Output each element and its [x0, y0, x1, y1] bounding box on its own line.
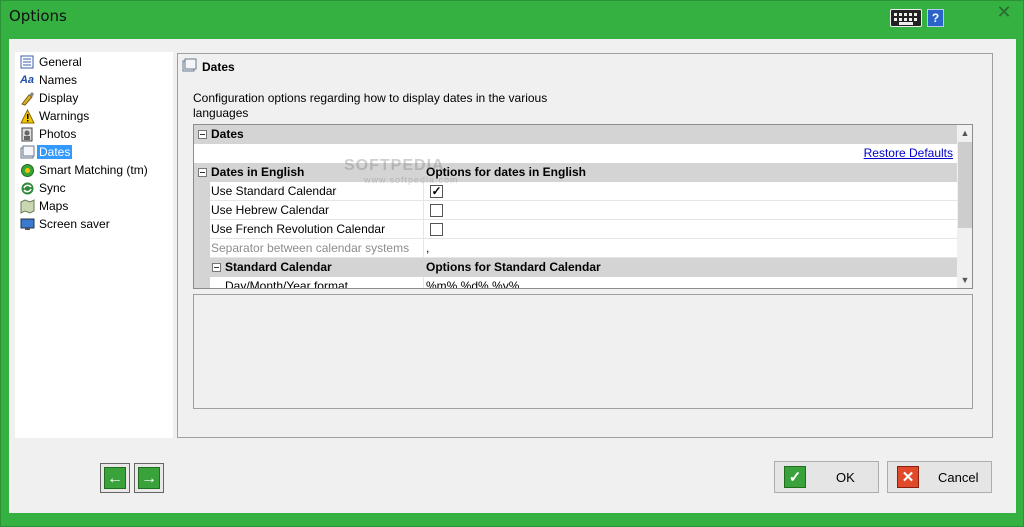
french-revolution-calendar-checkbox[interactable] — [430, 223, 443, 236]
panel-description: Configuration options regarding how to d… — [193, 91, 548, 120]
checkmark-icon: ✓ — [784, 466, 806, 488]
scroll-thumb[interactable] — [958, 142, 972, 228]
property-row-use-french-revolution-calendar: Use French Revolution Calendar — [194, 220, 957, 239]
restore-defaults-link[interactable]: Restore Defaults — [864, 146, 953, 160]
scroll-down-icon[interactable]: ▼ — [957, 272, 972, 288]
back-button[interactable]: ← — [100, 463, 130, 493]
options-window: Options ? ✕ General Aa Names Display War… — [0, 0, 1024, 527]
panel-title: Dates — [202, 60, 235, 74]
property-row-separator: Separator between calendar systems , — [194, 239, 957, 258]
sidebar-item-maps[interactable]: Maps — [19, 198, 169, 215]
watermark: SOFTPEDIA www.softpedia.com — [344, 157, 459, 185]
display-icon — [19, 91, 35, 106]
sync-icon — [19, 181, 35, 196]
sidebar-item-display[interactable]: Display — [19, 90, 169, 107]
sidebar-item-warnings[interactable]: Warnings — [19, 108, 169, 125]
cancel-label: Cancel — [938, 470, 979, 485]
standard-calendar-checkbox[interactable]: ✓ — [430, 185, 443, 198]
sidebar-item-sync[interactable]: Sync — [19, 180, 169, 197]
property-row-day-month-year-format: Day/Month/Year format %m% %d% %y% — [194, 277, 957, 289]
cancel-x-icon: ✕ — [897, 466, 919, 488]
dates-panel: Dates Configuration options regarding ho… — [177, 53, 993, 438]
smart-matching-icon — [19, 163, 35, 178]
restore-defaults-row: Restore Defaults — [194, 144, 957, 163]
title-bar: Options ? ✕ — [1, 1, 1023, 31]
sidebar-item-label: Maps — [39, 199, 69, 213]
sidebar-item-label: General — [39, 55, 82, 69]
arrow-left-icon: ← — [104, 467, 126, 489]
sidebar-item-label: Smart Matching (tm) — [39, 163, 148, 177]
grid-scrollbar[interactable]: ▲ ▼ — [957, 125, 972, 288]
section-row-standard-calendar[interactable]: Standard Calendar Options for Standard C… — [194, 258, 957, 277]
category-label: Dates — [211, 127, 244, 141]
section-value: Options for Standard Calendar — [426, 260, 601, 274]
sidebar-item-general[interactable]: General — [19, 54, 169, 71]
property-name: Day/Month/Year format — [225, 279, 348, 289]
ok-button[interactable]: ✓ OK — [774, 461, 879, 493]
sidebar-item-label: Dates — [37, 145, 73, 159]
names-icon: Aa — [19, 74, 35, 86]
property-value: , — [426, 241, 430, 255]
sidebar-item-label: Warnings — [39, 109, 90, 123]
close-button[interactable]: ✕ — [987, 2, 1021, 22]
sidebar-item-screen-saver[interactable]: Screen saver — [19, 216, 169, 233]
scroll-up-icon[interactable]: ▲ — [957, 125, 972, 141]
category-row-dates[interactable]: Dates — [194, 125, 957, 144]
sidebar-item-label: Sync — [39, 181, 66, 195]
help-button[interactable]: ? — [927, 9, 944, 27]
calendar-icon — [182, 58, 197, 72]
collapse-icon[interactable] — [198, 168, 207, 177]
property-value: %m% %d% %y% — [426, 279, 520, 289]
calendar-icon — [19, 145, 35, 160]
forward-button[interactable]: → — [134, 463, 164, 493]
general-icon — [19, 55, 35, 70]
cancel-button[interactable]: ✕ Cancel — [887, 461, 992, 493]
photos-icon — [19, 127, 35, 142]
property-description-box — [193, 294, 973, 409]
collapse-icon[interactable] — [212, 263, 221, 272]
property-grid: Dates Restore Defaults Dates in English … — [193, 124, 973, 289]
maps-icon — [19, 199, 35, 214]
property-name: Separator between calendar systems — [211, 241, 410, 255]
hebrew-calendar-checkbox[interactable] — [430, 204, 443, 217]
warning-icon — [19, 108, 35, 124]
property-row-use-standard-calendar: Use Standard Calendar ✓ — [194, 182, 957, 201]
property-name: Use Hebrew Calendar — [211, 203, 330, 217]
options-sidebar: General Aa Names Display Warnings Photos… — [15, 52, 173, 438]
arrow-right-icon: → — [138, 467, 160, 489]
sidebar-item-label: Display — [39, 91, 79, 105]
property-row-use-hebrew-calendar: Use Hebrew Calendar — [194, 201, 957, 220]
section-label: Dates in English — [211, 165, 305, 179]
sidebar-item-label: Names — [39, 73, 78, 87]
window-title: Options — [9, 7, 67, 25]
ok-label: OK — [836, 470, 855, 485]
sidebar-item-label: Photos — [39, 127, 77, 141]
sidebar-item-photos[interactable]: Photos — [19, 126, 169, 143]
sidebar-item-label: Screen saver — [39, 217, 110, 231]
keyboard-icon[interactable] — [890, 9, 922, 27]
collapse-icon[interactable] — [198, 130, 207, 139]
sidebar-item-smart-matching[interactable]: Smart Matching (tm) — [19, 162, 169, 179]
section-label: Standard Calendar — [225, 260, 332, 274]
sidebar-item-dates[interactable]: Dates — [19, 144, 169, 161]
section-row-dates-in-english[interactable]: Dates in English Options for dates in En… — [194, 163, 957, 182]
dialog-body: General Aa Names Display Warnings Photos… — [9, 39, 1016, 513]
property-name: Use Standard Calendar — [211, 184, 337, 198]
sidebar-item-names[interactable]: Aa Names — [19, 72, 169, 89]
screensaver-icon — [19, 217, 35, 232]
property-name: Use French Revolution Calendar — [211, 222, 386, 236]
